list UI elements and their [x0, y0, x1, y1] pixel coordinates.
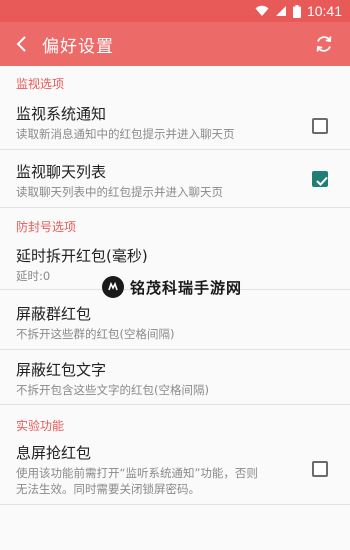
- pref-monitor-chat-list[interactable]: 监视聊天列表 读取聊天列表中的红包提示并进入聊天页: [0, 150, 350, 208]
- pref-subtitle: 读取聊天列表中的红包提示并进入聊天页: [16, 185, 223, 199]
- pref-title: 监视聊天列表: [16, 163, 107, 181]
- pref-monitor-notifications[interactable]: 监视系统通知 读取新消息通知中的红包提示并进入聊天页: [0, 96, 350, 150]
- pref-subtitle: 读取新消息通知中的红包提示并进入聊天页: [16, 127, 235, 141]
- pref-title: 监视系统通知: [16, 105, 107, 123]
- section-header-anti-ban: 防封号选项: [16, 219, 77, 234]
- pref-title: 延时拆开红包(毫秒): [16, 247, 148, 265]
- page-title: 偏好设置: [42, 36, 114, 57]
- checkbox-monitor-notifications[interactable]: [312, 118, 328, 134]
- pref-block-keywords[interactable]: 屏蔽红包文字 不拆开包含这些文字的红包(空格间隔): [0, 350, 350, 405]
- battery-icon: [292, 4, 301, 18]
- checkbox-monitor-chat-list[interactable]: [312, 171, 328, 187]
- preferences-list: 监视选项 监视系统通知 读取新消息通知中的红包提示并进入聊天页 监视聊天列表 读…: [0, 66, 350, 550]
- checkbox-screen-off-grab[interactable]: [312, 461, 328, 477]
- pref-title: 息屏抢红包: [16, 444, 92, 462]
- pref-screen-off-grab[interactable]: 息屏抢红包 使用该功能前需打开“监听系统通知”功能，否则 无法生效。同时需要关闭…: [0, 439, 350, 505]
- status-bar: 10:41: [0, 0, 350, 22]
- watermark: 铭茂科瑞手游网: [102, 276, 242, 298]
- app-bar: 偏好设置: [0, 22, 350, 66]
- pref-title: 屏蔽群红包: [16, 305, 92, 323]
- section-header-monitor: 监视选项: [16, 76, 65, 91]
- pref-title: 屏蔽红包文字: [16, 361, 107, 379]
- watermark-text: 铭茂科瑞手游网: [130, 278, 243, 297]
- back-arrow-icon[interactable]: [0, 22, 42, 66]
- pref-subtitle: 不拆开包含这些文字的红包(空格间隔): [16, 383, 209, 397]
- signal-icon: [275, 5, 287, 17]
- wifi-icon: [255, 5, 269, 17]
- pref-subtitle-line1: 使用该功能前需打开“监听系统通知”功能，否则: [16, 466, 258, 480]
- status-time: 10:41: [306, 3, 342, 19]
- pref-subtitle-line2: 无法生效。同时需要关闭锁屏密码。: [16, 482, 200, 496]
- refresh-icon[interactable]: [312, 32, 336, 56]
- section-header-experimental: 实验功能: [16, 418, 65, 433]
- pref-block-groups[interactable]: 屏蔽群红包 不拆开这些群的红包(空格间隔): [0, 290, 350, 350]
- pref-subtitle: 不拆开这些群的红包(空格间隔): [16, 327, 175, 341]
- watermark-logo-icon: [102, 276, 124, 298]
